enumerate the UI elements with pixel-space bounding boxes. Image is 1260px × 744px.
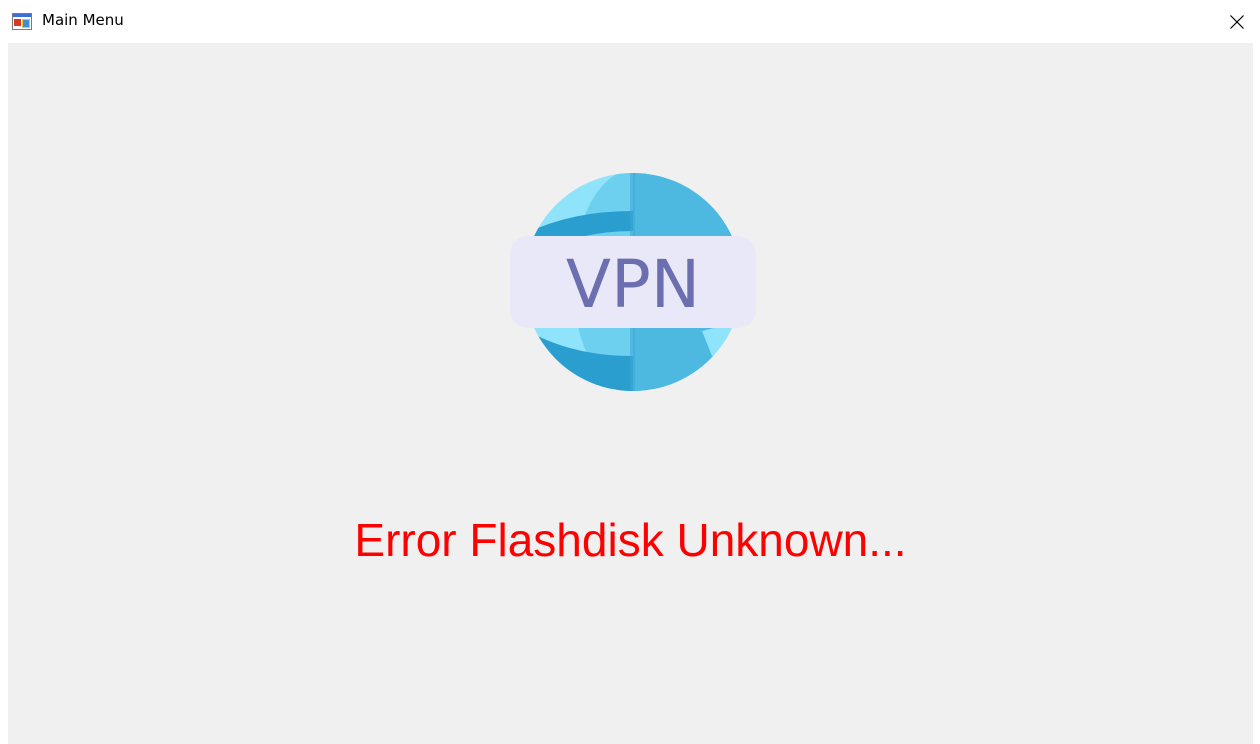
error-message: Error Flashdisk Unknown... bbox=[354, 514, 907, 566]
main-menu-window: Main Menu VPN Error Flashdisk Unknown... bbox=[0, 0, 1260, 744]
window-title: Main Menu bbox=[42, 11, 124, 29]
close-button[interactable] bbox=[1214, 0, 1260, 43]
app-icon bbox=[12, 13, 32, 30]
form-client-area: VPN Error Flashdisk Unknown... bbox=[8, 43, 1253, 744]
close-icon bbox=[1230, 14, 1244, 29]
vpn-label: VPN bbox=[566, 246, 700, 323]
vpn-globe-icon: VPN bbox=[510, 173, 756, 391]
title-bar[interactable]: Main Menu bbox=[0, 0, 1260, 43]
